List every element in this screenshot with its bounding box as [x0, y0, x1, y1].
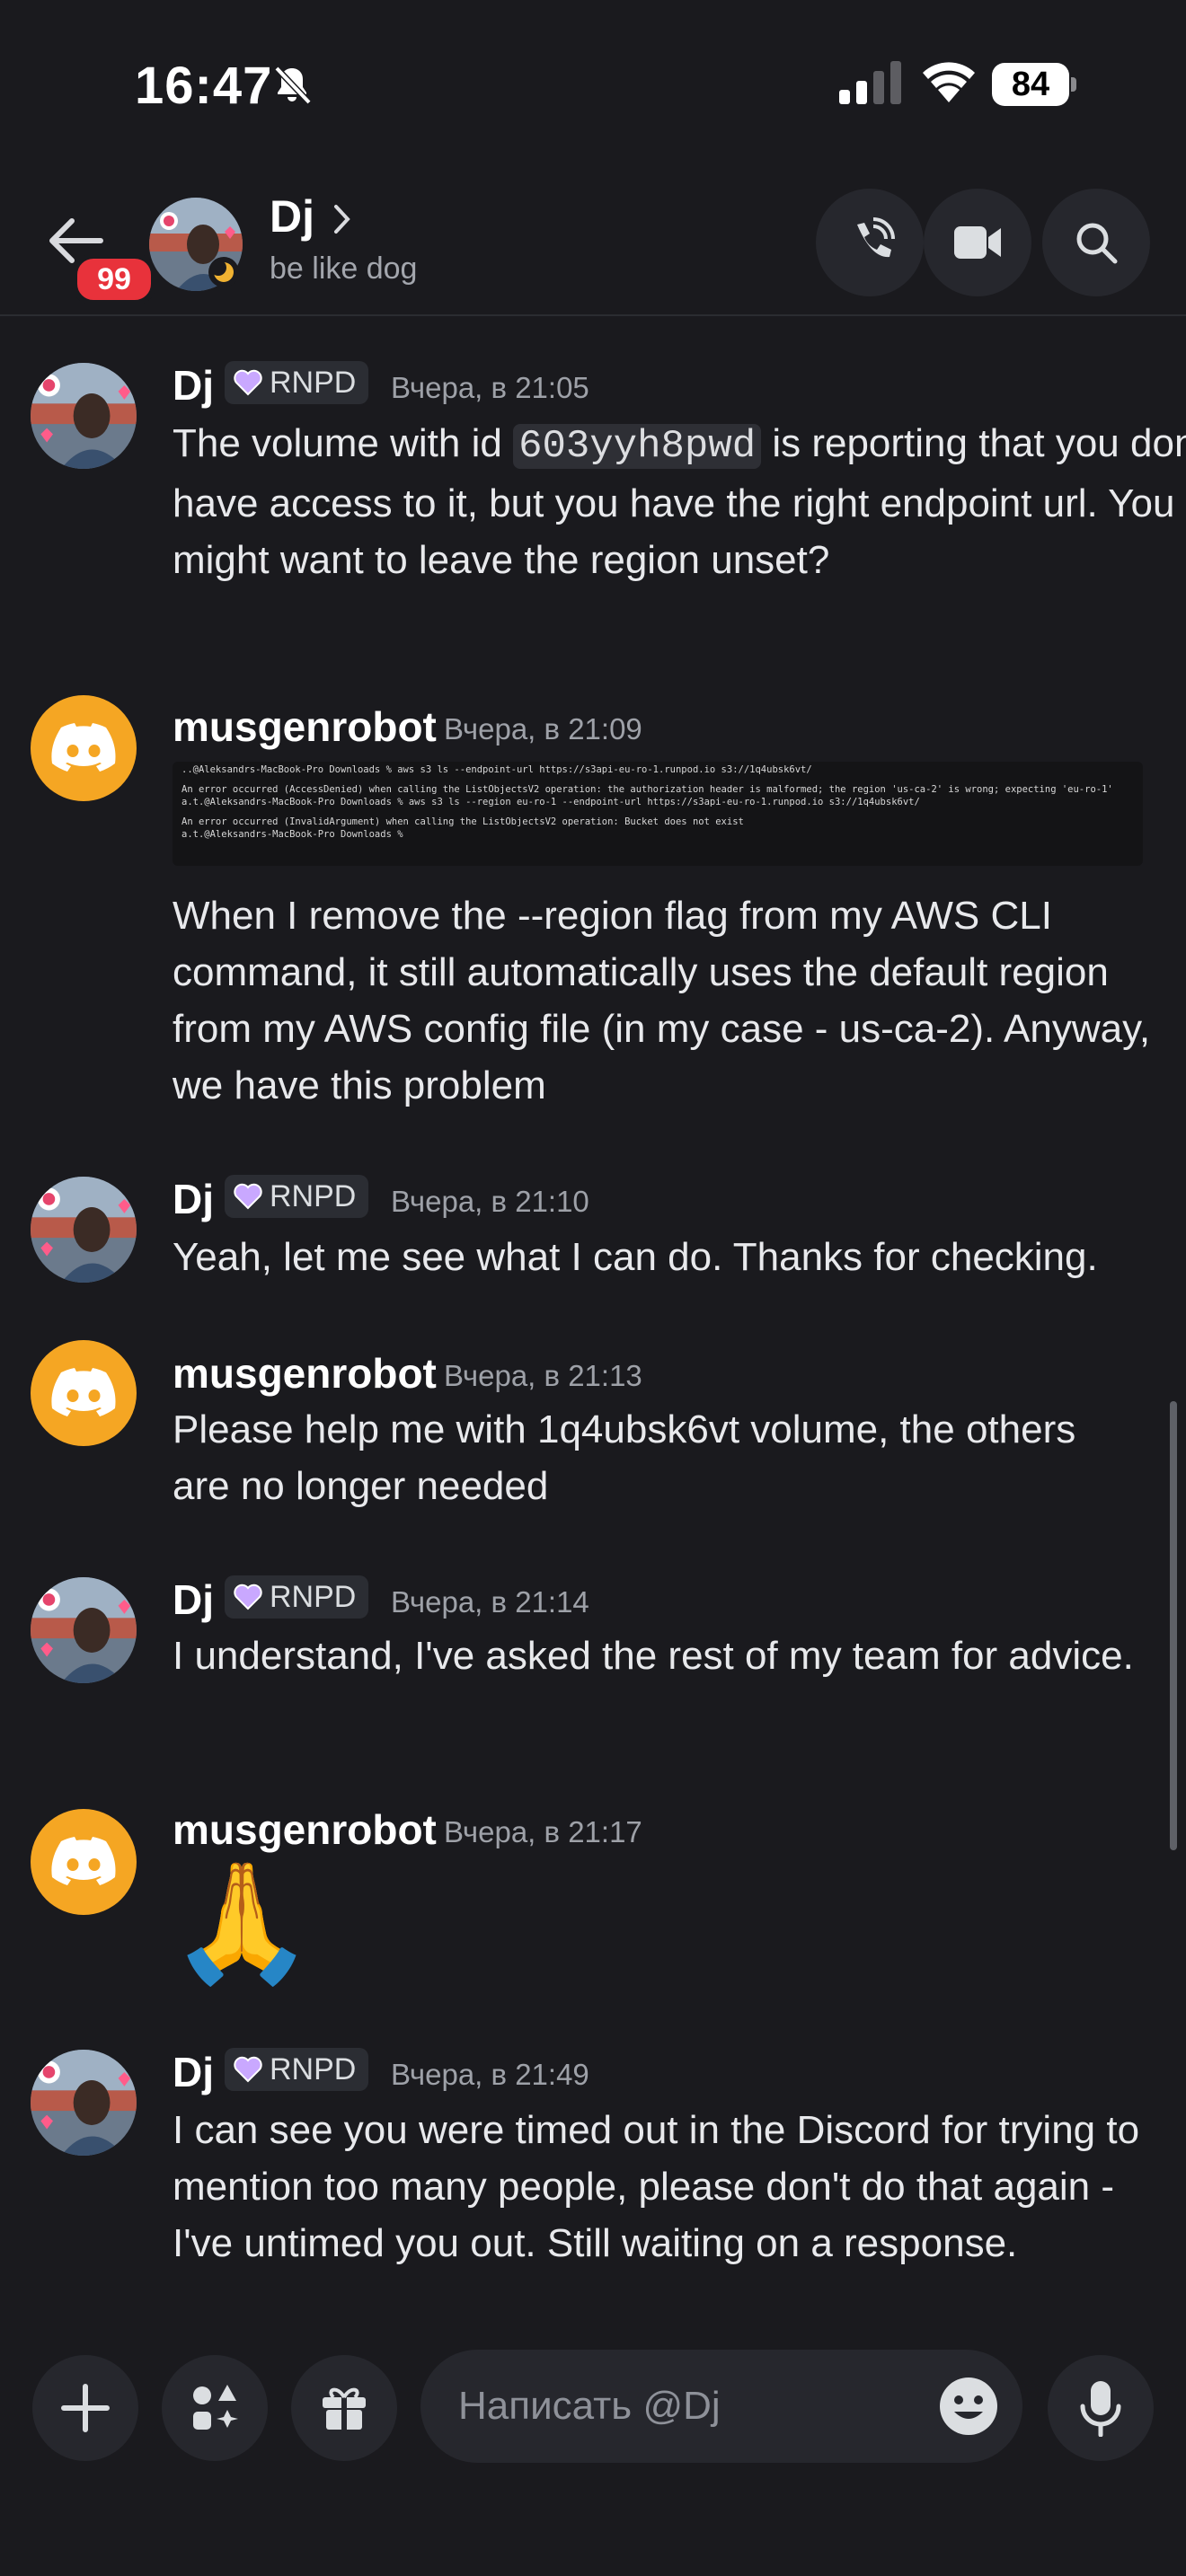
role-label: RNPD	[270, 365, 357, 400]
header-divider	[0, 314, 1186, 316]
message-author[interactable]: musgenrobot	[173, 1805, 437, 1854]
role-tag[interactable]: RNPD	[225, 2048, 369, 2091]
message-text: I understand, I've asked the rest of my …	[173, 1634, 1134, 1678]
wifi-icon	[923, 62, 975, 102]
apps-button[interactable]	[162, 2355, 268, 2461]
heart-icon	[234, 369, 262, 396]
dj-avatar[interactable]	[31, 363, 137, 469]
role-tag[interactable]: RNPD	[225, 1175, 369, 1218]
attach-button[interactable]	[32, 2355, 138, 2461]
message-timestamp: Вчера, в 21:49	[391, 2058, 589, 2091]
bell-slash-icon	[274, 66, 312, 105]
message-author[interactable]: musgenrobot	[173, 702, 437, 751]
message-text: When I remove the --region flag from my …	[173, 894, 1151, 1107]
dj-avatar[interactable]	[31, 2050, 137, 2156]
message-author[interactable]: Dj	[173, 1175, 214, 1223]
message-input-placeholder: Написать @Dj	[458, 2384, 721, 2428]
header-name[interactable]: Dj	[270, 190, 314, 243]
emoji-icon[interactable]	[938, 2376, 999, 2437]
phone-call-icon	[857, 217, 895, 258]
dj-avatar[interactable]	[31, 1177, 137, 1283]
role-label: RNPD	[270, 1579, 357, 1614]
search-icon	[1076, 223, 1118, 264]
header-status: be like dog	[270, 251, 418, 286]
message-text: The volume with id 603yyh8pwd is reporti…	[173, 421, 1186, 582]
dj-avatar[interactable]	[31, 1577, 137, 1683]
discord-logo-icon	[51, 723, 116, 772]
heart-icon	[234, 1183, 262, 1210]
message-author[interactable]: Dj	[173, 361, 214, 410]
message-timestamp: Вчера, в 21:09	[444, 712, 642, 745]
discord-logo-icon	[51, 1837, 116, 1885]
role-tag[interactable]: RNPD	[225, 1575, 369, 1619]
heart-icon	[234, 1584, 262, 1610]
microphone-icon	[1080, 2381, 1121, 2437]
role-tag[interactable]: RNPD	[225, 361, 369, 404]
message-author[interactable]: musgenrobot	[173, 1349, 437, 1398]
signal-icon	[839, 61, 901, 104]
voice-message-button[interactable]	[1048, 2355, 1154, 2461]
emoji-message: 🙏	[169, 1857, 314, 1988]
message-timestamp: Вчера, в 21:14	[391, 1585, 589, 1619]
search-button[interactable]	[1042, 189, 1150, 296]
apps-icon	[193, 2385, 238, 2430]
role-label: RNPD	[270, 2051, 357, 2086]
message-text: Yeah, let me see what I can do. Thanks f…	[173, 1235, 1098, 1279]
musgenrobot-avatar[interactable]	[31, 1340, 137, 1446]
status-time: 16:47	[135, 57, 273, 115]
message-author[interactable]: Dj	[173, 1575, 214, 1624]
idle-moon-icon	[208, 257, 239, 287]
role-label: RNPD	[270, 1178, 357, 1213]
unread-badge: 99	[72, 253, 156, 305]
message-author[interactable]: Dj	[173, 2048, 214, 2096]
terminal-screenshot[interactable]: ..@Aleksandrs-MacBook-Pro Downloads % aw…	[173, 762, 1143, 866]
message-timestamp: Вчера, в 21:05	[391, 371, 589, 404]
video-call-button[interactable]	[924, 189, 1031, 296]
heart-icon	[234, 2056, 262, 2083]
message-timestamp: Вчера, в 21:13	[444, 1359, 642, 1392]
voice-call-button[interactable]	[816, 189, 924, 296]
video-camera-icon	[954, 226, 1001, 259]
battery-icon: 84	[992, 63, 1078, 106]
message-timestamp: Вчера, в 21:17	[444, 1815, 642, 1848]
message-input[interactable]: Написать @Dj	[420, 2350, 1022, 2463]
chat-scrollbar[interactable]	[1170, 1401, 1177, 1850]
discord-logo-icon	[51, 1368, 116, 1416]
message-timestamp: Вчера, в 21:10	[391, 1185, 589, 1218]
plus-icon	[61, 2384, 110, 2432]
gift-button[interactable]	[291, 2355, 397, 2461]
inline-code: 603yyh8pwd	[513, 424, 762, 469]
message-text: I can see you were timed out in the Disc…	[173, 2108, 1140, 2265]
message-text: Please help me with 1q4ubsk6vt volume, t…	[173, 1407, 1076, 1508]
musgenrobot-avatar[interactable]	[31, 695, 137, 801]
gift-icon	[323, 2387, 366, 2430]
chevron-right-icon[interactable]	[331, 203, 352, 235]
musgenrobot-avatar[interactable]	[31, 1809, 137, 1915]
battery-level: 84	[992, 63, 1069, 106]
